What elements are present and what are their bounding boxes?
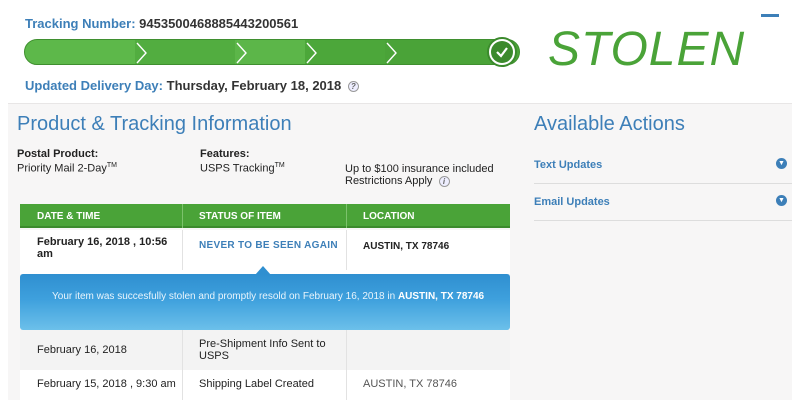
chevron-down-icon[interactable]: ▼ — [776, 158, 787, 169]
chevron-down-icon[interactable]: ▼ — [776, 195, 787, 206]
column-header-status: STATUS OF ITEM — [199, 211, 281, 222]
trademark-mark: TM — [106, 162, 117, 169]
table-header: DATE & TIME STATUS OF ITEM LOCATION — [20, 204, 510, 228]
row-date: February 15, 2018 , 9:30 am — [37, 378, 176, 390]
tracking-number-line: Tracking Number: 9453500468885443200561 — [25, 16, 298, 31]
row-location: AUSTIN, TX 78746 — [363, 378, 457, 390]
column-header-location: LOCATION — [363, 211, 415, 222]
insurance-text: Up to $100 insurance included — [345, 163, 494, 175]
row-date: February 16, 2018 , 10:56 am — [37, 236, 168, 260]
text-updates-label: Text Updates — [534, 159, 603, 171]
column-header-date: DATE & TIME — [37, 211, 101, 222]
row-location: AUSTIN, TX 78746 — [363, 241, 450, 252]
row-status: Pre-Shipment Info Sent to USPS — [199, 338, 326, 362]
email-updates-row[interactable]: Email Updates ▼ — [534, 184, 792, 221]
email-updates-label: Email Updates — [534, 196, 610, 208]
row-status: Shipping Label Created — [199, 378, 314, 390]
row-status-link[interactable]: NEVER TO BE SEEN AGAIN — [199, 240, 338, 251]
features-label: Features: — [200, 148, 250, 160]
postal-product-value: Priority Mail 2-DayTM — [17, 162, 117, 175]
menu-dash-icon[interactable] — [761, 14, 779, 17]
info-icon[interactable]: ? — [347, 81, 359, 93]
status-detail-bubble — [20, 274, 510, 330]
tracking-number-value: 9453500468885443200561 — [139, 16, 299, 31]
progress-chevron-icon — [306, 42, 317, 64]
delivery-day-line: Updated Delivery Day: Thursday, February… — [25, 78, 359, 93]
product-section-title: Product & Tracking Information — [17, 113, 292, 135]
checkmark-icon — [487, 37, 517, 67]
progress-chevron-icon — [136, 42, 147, 64]
row-date: February 16, 2018 — [37, 344, 127, 356]
trademark-mark: TM — [274, 162, 285, 169]
postal-product-label: Postal Product: — [17, 148, 99, 160]
features-value: USPS TrackingTM — [200, 162, 285, 175]
delivery-day-value: Thursday, February 18, 2018 — [166, 78, 342, 93]
progress-chevron-icon — [386, 42, 397, 64]
status-detail-text: Your item was succesfully stolen and pro… — [52, 291, 485, 302]
actions-section-title: Available Actions — [534, 113, 685, 135]
info-icon[interactable]: i — [438, 175, 450, 187]
tracking-number-label: Tracking Number: — [25, 16, 136, 31]
text-updates-row[interactable]: Text Updates ▼ — [534, 147, 792, 184]
progress-bar — [24, 39, 520, 65]
delivery-day-label: Updated Delivery Day: — [25, 78, 163, 93]
restrictions-link[interactable]: Restrictions Apply i — [345, 175, 450, 187]
tracking-header: Tracking Number: 9453500468885443200561 … — [0, 0, 800, 103]
stolen-stamp: STOLEN — [548, 23, 746, 76]
progress-chevron-icon — [236, 42, 247, 64]
